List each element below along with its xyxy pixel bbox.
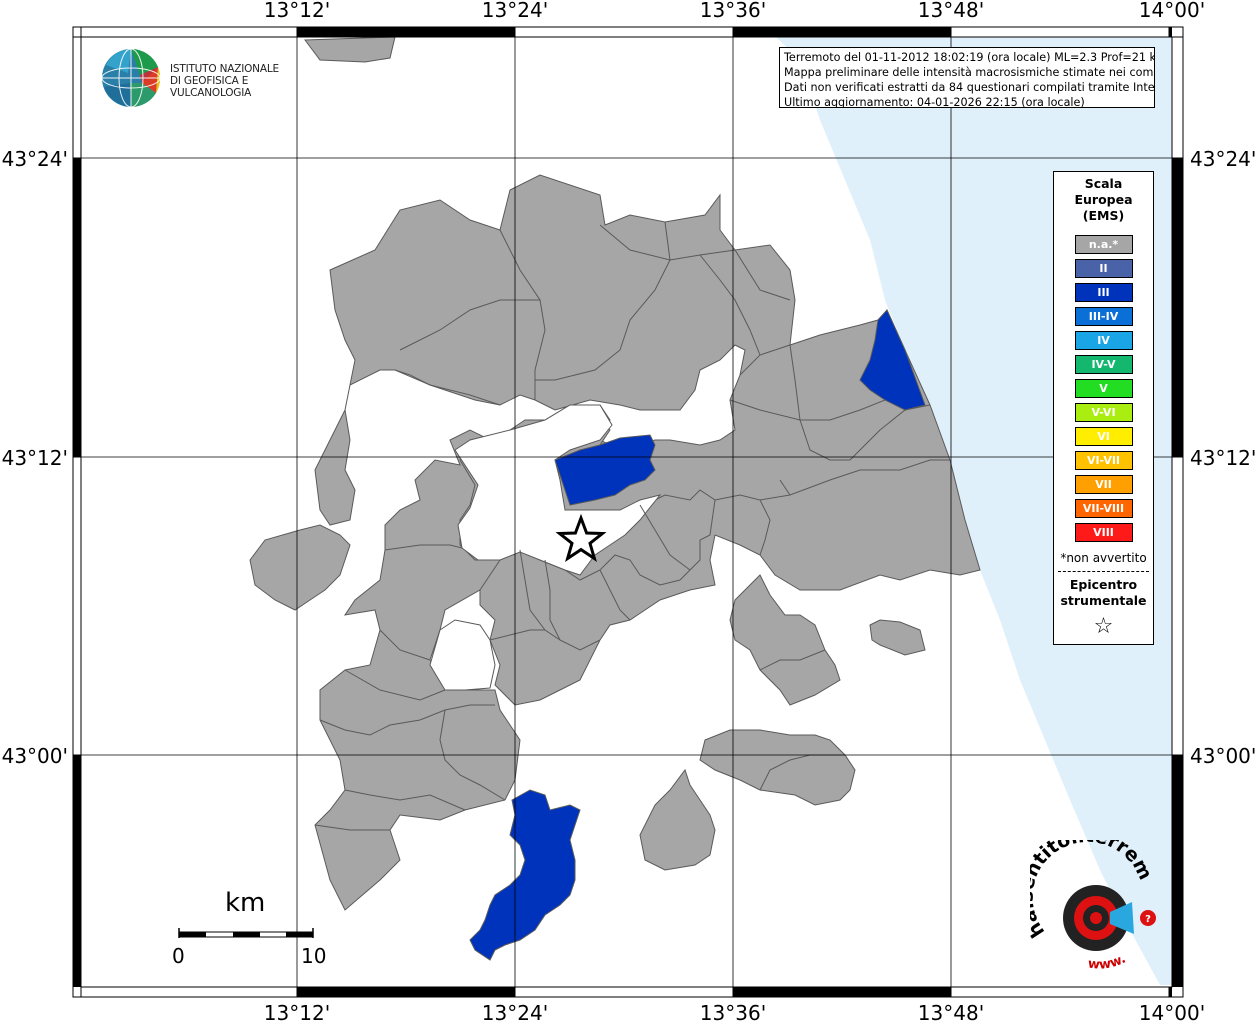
event-info-line1: Terremoto del 01-11-2012 18:02:19 (ora l… [784, 51, 1155, 64]
legend-item: VII [1074, 475, 1133, 494]
lat-tick-right-1: 43°24' [1190, 147, 1256, 171]
legend-title-line1: Scala [1084, 176, 1123, 191]
lon-tick-top-1: 13°12' [264, 0, 330, 22]
legend-star-icon: ☆ [1093, 614, 1114, 639]
legend-item: V-VI [1074, 403, 1133, 422]
event-info-line3: Dati non verificati estratti da 84 quest… [784, 81, 1155, 94]
lat-tick-right-3: 43°00' [1190, 744, 1256, 768]
lon-tick-bottom-2: 13°24' [482, 1001, 548, 1024]
event-info-line4: Ultimo aggiornamento: 04-01-2026 22:15 (… [784, 96, 1085, 108]
scale-min-label: 0 [172, 944, 185, 968]
svg-text:?: ? [1145, 914, 1151, 925]
legend-item: VIII [1074, 523, 1133, 542]
legend-epicenter-line1: Epicentro [1069, 577, 1138, 592]
legend-item: n.a.* [1074, 235, 1133, 254]
ingv-name-line1: ISTITUTO NAZIONALE [170, 63, 279, 75]
svg-text:www.: www. [1087, 952, 1128, 973]
legend-title-line2: Europea [1074, 192, 1133, 207]
lon-tick-bottom-3: 13°36' [700, 1001, 766, 1024]
haisentito-logo: haisentitoilterremoto.it www. ? [1016, 823, 1180, 980]
haisentito-url: www. [1087, 952, 1128, 973]
legend-note: *non avvertito [1060, 551, 1147, 565]
lon-tick-top-4: 13°48' [918, 0, 984, 22]
lon-tick-bottom-1: 13°12' [264, 1001, 330, 1024]
legend-item: II [1074, 259, 1133, 278]
legend-item: III [1074, 283, 1133, 302]
legend-item: IV-V [1074, 355, 1133, 374]
legend-item: VII-VIII [1074, 499, 1133, 518]
lat-tick-left-3: 43°00' [2, 744, 68, 768]
ingv-name-line2: DI GEOFISICA E VULCANOLOGIA [170, 75, 252, 99]
legend-item: VI [1074, 427, 1133, 446]
ingv-logo: ISTITUTO NAZIONALE DI GEOFISICA E VULCAN… [100, 47, 330, 111]
event-info-box: Terremoto del 01-11-2012 18:02:19 (ora l… [779, 47, 1155, 108]
legend-item: V [1074, 379, 1133, 398]
scale-bar: km 0 10 [170, 888, 330, 978]
lat-tick-right-2: 43°12' [1190, 446, 1256, 470]
lon-tick-top-2: 13°24' [482, 0, 548, 22]
scale-bar-graphic [178, 928, 314, 938]
ingv-globe-icon [101, 48, 161, 108]
legend-items: n.a.* II III III-IV IV IV-V V V-VI VI VI-VII VII VI… [1054, 235, 1153, 542]
ems-legend: Scala Europea (EMS) n.a.* II III III-IV IV IV… [1053, 171, 1154, 645]
ingv-name: ISTITUTO NAZIONALE DI GEOFISICA E VULCAN… [170, 63, 330, 99]
legend-item: IV [1074, 331, 1133, 350]
lon-tick-bottom-4: 13°48' [918, 1001, 984, 1024]
lat-tick-left-2: 43°12' [2, 446, 68, 470]
lon-tick-bottom-5: 14°00' [1139, 1001, 1205, 1024]
legend-title: Scala Europea (EMS) [1054, 176, 1153, 224]
haisentito-target-icon: haisentitoilterremoto.it www. ? [1016, 823, 1157, 973]
lon-tick-top-3: 13°36' [700, 0, 766, 22]
legend-epicenter-line2: strumentale [1060, 593, 1147, 608]
event-info-line2: Mappa preliminare delle intensità macros… [784, 66, 1155, 79]
scale-max-label: 10 [301, 944, 327, 968]
legend-separator [1058, 571, 1149, 572]
legend-item: III-IV [1074, 307, 1133, 326]
legend-epicenter-label: Epicentro strumentale [1054, 577, 1153, 609]
legend-item: VI-VII [1074, 451, 1133, 470]
lon-tick-top-5: 14°00' [1139, 0, 1205, 22]
legend-title-line3: (EMS) [1082, 208, 1125, 223]
lat-tick-left-1: 43°24' [2, 147, 68, 171]
